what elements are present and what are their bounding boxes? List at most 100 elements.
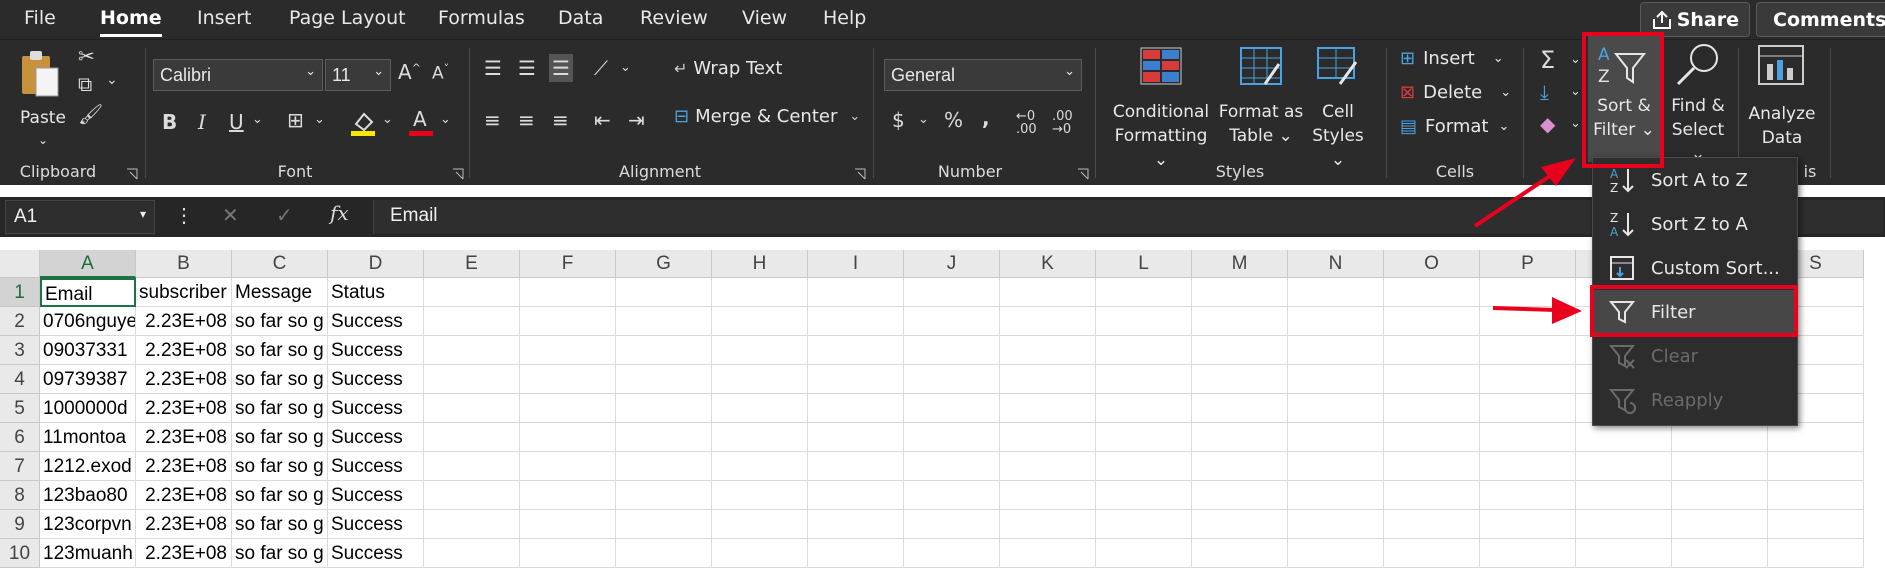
tab-view[interactable]: View	[742, 7, 787, 29]
format-cells-button[interactable]: ▤ Format ⌄	[1400, 116, 1509, 137]
cell-O2[interactable]	[1384, 307, 1480, 336]
cell-L8[interactable]	[1096, 481, 1192, 510]
cell-B1[interactable]: subscriber	[136, 278, 232, 307]
menu-item-sort-z-a[interactable]: ZA Sort Z to A	[1593, 202, 1797, 246]
copy-icon[interactable]: ⧉	[78, 72, 92, 96]
cell-E4[interactable]	[424, 365, 520, 394]
cell-H8[interactable]	[712, 481, 808, 510]
cell-G2[interactable]	[616, 307, 712, 336]
currency-icon[interactable]: $	[892, 108, 905, 132]
cell-M3[interactable]	[1192, 336, 1288, 365]
cell-N9[interactable]	[1288, 510, 1384, 539]
column-header-J[interactable]: J	[904, 250, 1000, 278]
row-header-4[interactable]: 4	[0, 365, 40, 394]
cell-F10[interactable]	[520, 539, 616, 568]
cell-J4[interactable]	[904, 365, 1000, 394]
cell-N10[interactable]	[1288, 539, 1384, 568]
cell-I7[interactable]	[808, 452, 904, 481]
cell-F3[interactable]	[520, 336, 616, 365]
row-header-3[interactable]: 3	[0, 336, 40, 365]
cell-N1[interactable]	[1288, 278, 1384, 307]
column-header-A[interactable]: A	[40, 250, 136, 278]
more-options-icon[interactable]: ⋮	[174, 203, 194, 228]
cell-D2[interactable]: Success	[328, 307, 424, 336]
cell-A5[interactable]: 1000000d	[40, 394, 136, 423]
cell-H9[interactable]	[712, 510, 808, 539]
tab-page-layout[interactable]: Page Layout	[289, 7, 406, 29]
row-header-10[interactable]: 10	[0, 539, 40, 568]
cell-P4[interactable]	[1480, 365, 1576, 394]
row-header-2[interactable]: 2	[0, 307, 40, 336]
column-header-E[interactable]: E	[424, 250, 520, 278]
cancel-icon[interactable]: ✕	[222, 203, 239, 228]
cell-R10[interactable]	[1672, 539, 1768, 568]
cell-O7[interactable]	[1384, 452, 1480, 481]
cell-M1[interactable]	[1192, 278, 1288, 307]
cell-P7[interactable]	[1480, 452, 1576, 481]
find-select-button[interactable]: Find & Select ⌄	[1662, 40, 1734, 164]
cell-J7[interactable]	[904, 452, 1000, 481]
bold-icon[interactable]: B	[162, 110, 177, 134]
cell-H2[interactable]	[712, 307, 808, 336]
cell-F9[interactable]	[520, 510, 616, 539]
cell-F1[interactable]	[520, 278, 616, 307]
underline-chevron-icon[interactable]: ⌄	[252, 112, 263, 127]
cell-F4[interactable]	[520, 365, 616, 394]
font-name-combo[interactable]: Calibri ⌄	[153, 59, 323, 91]
cell-G10[interactable]	[616, 539, 712, 568]
column-header-D[interactable]: D	[328, 250, 424, 278]
tab-formulas[interactable]: Formulas	[438, 7, 525, 29]
cell-A6[interactable]: 11montoa	[40, 423, 136, 452]
borders-chevron-icon[interactable]: ⌄	[314, 112, 325, 127]
cell-D8[interactable]: Success	[328, 481, 424, 510]
fill-icon[interactable]: ⤓	[1540, 80, 1549, 104]
menu-item-reapply[interactable]: Reapply	[1593, 378, 1797, 422]
cell-F5[interactable]	[520, 394, 616, 423]
cell-Q6[interactable]	[1576, 423, 1672, 452]
cell-R8[interactable]	[1672, 481, 1768, 510]
cell-D1[interactable]: Status	[328, 278, 424, 307]
cell-M10[interactable]	[1192, 539, 1288, 568]
row-header-1[interactable]: 1	[0, 278, 40, 307]
alignment-launcher-icon[interactable]	[854, 165, 866, 180]
cell-E2[interactable]	[424, 307, 520, 336]
cut-icon[interactable]: ✂	[78, 44, 95, 68]
align-middle-icon[interactable]: ☰	[518, 56, 536, 80]
cell-S6[interactable]	[1768, 423, 1864, 452]
wrap-text-button[interactable]: ↵ Wrap Text	[674, 54, 782, 82]
cell-H4[interactable]	[712, 365, 808, 394]
cell-K10[interactable]	[1000, 539, 1096, 568]
cell-A2[interactable]: 0706nguye	[40, 307, 136, 336]
comments-button[interactable]: Comments	[1756, 2, 1885, 37]
conditional-formatting-button[interactable]: Conditional Formatting ⌄	[1105, 46, 1217, 170]
paste-button[interactable]: Paste ⌄	[18, 48, 68, 148]
cell-O3[interactable]	[1384, 336, 1480, 365]
cell-D7[interactable]: Success	[328, 452, 424, 481]
cell-P6[interactable]	[1480, 423, 1576, 452]
cell-C4[interactable]: so far so g	[232, 365, 328, 394]
cell-P8[interactable]	[1480, 481, 1576, 510]
fill-chevron-icon[interactable]: ⌄	[382, 112, 393, 127]
cell-K8[interactable]	[1000, 481, 1096, 510]
cell-M7[interactable]	[1192, 452, 1288, 481]
cell-J1[interactable]	[904, 278, 1000, 307]
cell-L4[interactable]	[1096, 365, 1192, 394]
cell-I6[interactable]	[808, 423, 904, 452]
cell-E10[interactable]	[424, 539, 520, 568]
cell-O1[interactable]	[1384, 278, 1480, 307]
cell-G4[interactable]	[616, 365, 712, 394]
cell-H1[interactable]	[712, 278, 808, 307]
align-left-icon[interactable]: ≡	[484, 108, 501, 132]
cell-P9[interactable]	[1480, 510, 1576, 539]
clipboard-launcher-icon[interactable]	[126, 165, 138, 180]
column-header-F[interactable]: F	[520, 250, 616, 278]
cell-B2[interactable]: 2.23E+08	[136, 307, 232, 336]
cell-L3[interactable]	[1096, 336, 1192, 365]
cell-B5[interactable]: 2.23E+08	[136, 394, 232, 423]
column-header-P[interactable]: P	[1480, 250, 1576, 278]
insert-cells-button[interactable]: ⊞ Insert ⌄	[1400, 48, 1504, 69]
row-header-9[interactable]: 9	[0, 510, 40, 539]
cell-P5[interactable]	[1480, 394, 1576, 423]
fill-chevron-icon[interactable]: ⌄	[1570, 84, 1581, 99]
decrease-indent-icon[interactable]: ⇤	[594, 108, 611, 132]
